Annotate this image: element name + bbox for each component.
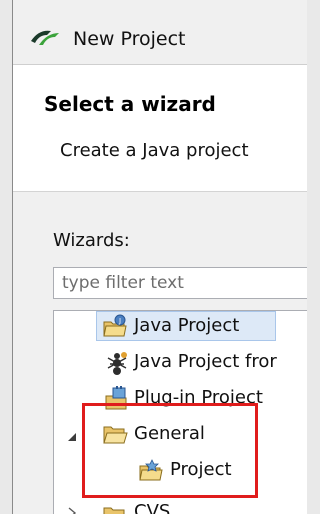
page-title: Select a wizard	[44, 92, 216, 116]
folder-open-icon	[103, 426, 128, 444]
tree-item-label: Plug-in Project	[134, 387, 263, 408]
tree-item-plugin-project[interactable]: Plug-in Project	[54, 383, 307, 415]
wizards-label: Wizards:	[53, 230, 130, 251]
wizard-tree[interactable]: J Java Project Java Project fror Plug-in…	[53, 310, 307, 514]
tree-item-label: Java Project fror	[134, 351, 277, 372]
tree-item-project[interactable]: Project	[54, 455, 307, 487]
wizard-header: Select a wizard Create a Java project	[13, 65, 307, 192]
window-title: New Project	[73, 28, 186, 50]
tree-item-label: Java Project	[134, 315, 240, 336]
svg-text:J: J	[118, 317, 121, 325]
tree-item-java-project[interactable]: J Java Project	[54, 311, 307, 343]
page-description: Create a Java project	[60, 140, 249, 161]
tree-item-label: Project	[170, 459, 232, 480]
plugin-project-icon	[105, 386, 127, 410]
tree-item-general[interactable]: General	[54, 419, 307, 451]
new-project-dialog: New Project Select a wizard Create a Jav…	[12, 0, 307, 514]
filter-input[interactable]	[53, 267, 307, 299]
tree-item-label: CVS	[134, 501, 171, 514]
collapsed-arrow-icon[interactable]	[66, 507, 78, 514]
java-project-from-ant-icon	[107, 352, 127, 375]
tree-item-cvs[interactable]: CVS	[54, 497, 307, 514]
tree-item-java-project-from[interactable]: Java Project fror	[54, 347, 307, 379]
java-project-icon: J	[103, 314, 127, 337]
eclipse-app-icon	[31, 30, 59, 45]
expanded-arrow-icon[interactable]	[66, 431, 78, 443]
tree-item-label: General	[134, 423, 205, 444]
folder-icon	[103, 507, 125, 514]
title-bar[interactable]: New Project	[13, 0, 307, 65]
wizard-body: Wizards: J Java Project	[13, 192, 307, 514]
project-folder-icon	[139, 459, 163, 481]
